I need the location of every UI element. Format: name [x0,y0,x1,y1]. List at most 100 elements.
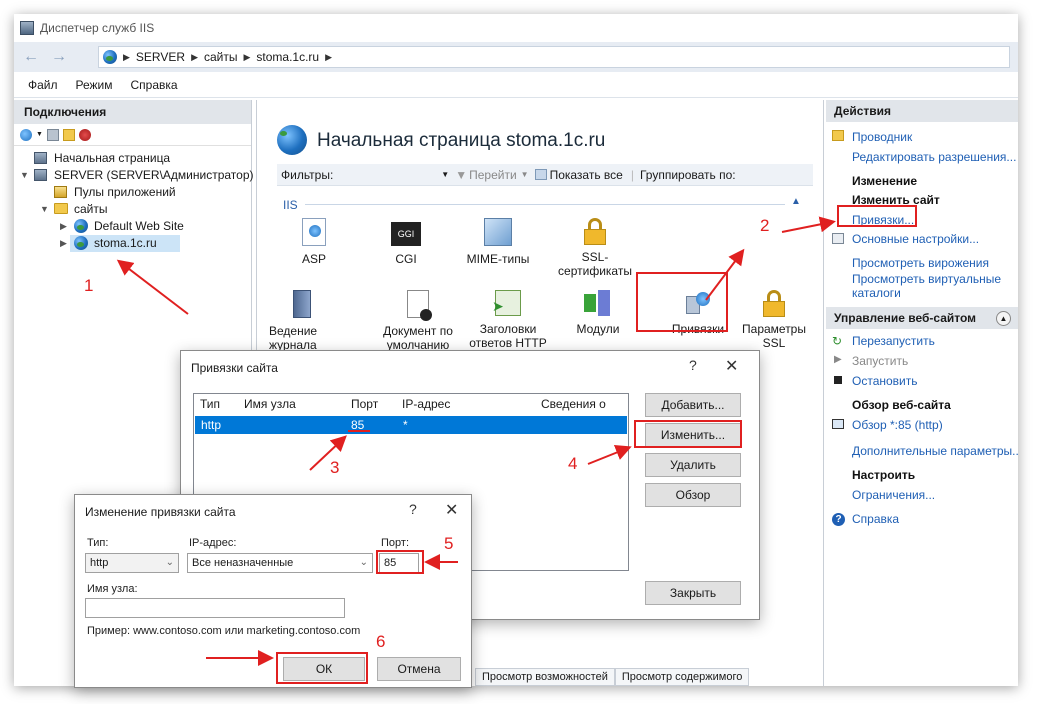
collapse-icon[interactable]: ▼ [20,167,29,184]
view-tabs: Просмотр возможностей Просмотр содержимо… [475,668,750,686]
site-globe-icon [277,125,307,155]
back-icon[interactable]: ← [20,46,42,68]
highlight-edit-button [634,420,742,448]
menu-file[interactable]: Файл [28,78,58,92]
help-icon[interactable]: ? [409,501,417,517]
tab-features-view[interactable]: Просмотр возможностей [475,668,615,686]
action-browse[interactable]: Обзор *:85 (http) [852,418,943,432]
close-button[interactable]: Закрыть [645,581,741,605]
lock-icon [584,218,606,245]
expand-icon[interactable]: ▶ [60,235,67,252]
go-dropdown-icon[interactable]: ▼ [521,170,529,179]
action-advanced-settings[interactable]: Дополнительные параметры... [852,444,1018,458]
table-row[interactable]: http 85 * [195,416,627,434]
port-label: Порт: [381,537,409,549]
app-icon [20,21,34,35]
close-icon[interactable]: ✕ [445,500,458,520]
iis-section-label: IIS [283,198,298,212]
feature-logging[interactable]: Ведение журнала [269,290,339,352]
example-text: Пример: www.contoso.com или marketing.co… [87,625,361,637]
annotation-3: 3 [330,458,340,477]
host-label: Имя узла: [87,583,138,595]
breadcrumb-separator: ▶ [325,51,333,62]
tree-item-sites[interactable]: ▼ сайты [14,201,251,218]
action-view-applications[interactable]: Просмотреть вирожения [852,256,989,270]
annotation-6: 6 [376,632,386,651]
section-divider [305,204,785,205]
tree-item-default-site[interactable]: ▶ Default Web Site [14,218,251,235]
column-ip[interactable]: IP-адрес [402,394,450,414]
collapse-icon[interactable]: ▼ [40,201,49,218]
actions-header: Действия [826,100,1018,122]
explorer-icon [832,130,844,141]
menu-help[interactable]: Справка [131,78,178,92]
ip-select[interactable]: Все неназначенные ⌄ [187,553,373,573]
action-edit-permissions[interactable]: Редактировать разрешения... [852,150,1016,164]
dropdown-arrow-icon[interactable]: ▼ [36,131,43,138]
globe-icon [74,219,88,233]
feature-ssl-certs[interactable]: SSL-сертификаты [545,218,645,278]
row-type: http [201,418,222,432]
group-by-label[interactable]: Группировать по: [640,168,736,182]
expand-icon[interactable]: ▶ [60,218,67,235]
breadcrumb-site[interactable]: stoma.1c.ru [256,50,319,64]
server-icon [34,169,47,181]
filter-dropdown-icon[interactable]: ▼ [441,170,449,179]
address-field[interactable]: ▶ SERVER ▶ сайты ▶ stoma.1c.ru ▶ [98,46,1010,68]
feature-asp[interactable]: ASP [269,218,359,266]
save-icon[interactable] [46,128,59,141]
feature-cgi[interactable]: GGI CGI [361,218,451,266]
column-info[interactable]: Сведения о пр... [541,394,628,431]
tab-content-view[interactable]: Просмотр содержимого [614,668,750,686]
http-headers-icon: ➤ [492,290,521,316]
breadcrumb-sites[interactable]: сайты [204,50,238,64]
action-explorer[interactable]: Проводник [852,130,912,144]
chevron-down-icon: ⌄ [359,557,368,568]
browse-button[interactable]: Обзор [645,483,741,507]
collapse-icon[interactable]: ▲ [996,311,1011,326]
type-select[interactable]: http ⌄ [85,553,179,573]
disconnect-icon[interactable] [78,128,91,141]
tree-item-start-page[interactable]: Начальная страница [14,150,251,167]
feature-default-doc[interactable]: Документ по умолчанию [373,290,463,352]
show-all-button[interactable]: Показать все [550,168,623,182]
breadcrumb-server[interactable]: SERVER [136,50,185,64]
menu-view[interactable]: Режим [76,78,113,92]
action-help[interactable]: Справка [852,512,899,526]
annotation-5: 5 [444,534,454,553]
action-start[interactable]: Запустить [852,354,908,368]
action-view-virtual-dirs[interactable]: Просмотреть виртуальные каталоги [852,272,1012,300]
action-basic-settings[interactable]: Основные настройки... [852,232,979,246]
filter-input[interactable] [333,167,441,183]
column-host[interactable]: Имя узла [244,394,296,414]
collapse-section-icon[interactable]: ▲ [791,196,801,207]
remove-button[interactable]: Удалить [645,453,741,477]
tree-item-stoma[interactable]: ▶ stoma.1c.ru [14,235,251,252]
feature-http-headers[interactable]: ➤ Заголовки ответов HTTP [463,290,553,350]
add-button[interactable]: Добавить... [645,393,741,417]
tree-item-server[interactable]: ▼ SERVER (SERVER\Администратор) [14,167,254,184]
feature-modules[interactable]: Модули [553,290,643,336]
connect-icon[interactable] [20,128,32,141]
host-input[interactable] [85,598,345,618]
tree-item-app-pools[interactable]: Пулы приложений [14,184,251,201]
action-limits[interactable]: Ограничения... [852,488,935,502]
connections-toolbar: ▼ [14,124,251,146]
close-icon[interactable]: ✕ [725,356,738,376]
feature-ssl-settings[interactable]: Параметры SSL [739,290,809,350]
forward-icon[interactable]: → [48,46,70,68]
column-port[interactable]: Порт [351,394,378,414]
manage-site-header: Управление веб-сайтом [826,307,1018,329]
up-icon[interactable] [62,128,75,141]
app-pool-icon [54,186,67,198]
column-type[interactable]: Тип [200,394,220,414]
feature-mime[interactable]: MIME-типы [453,218,543,266]
action-stop[interactable]: Остановить [852,374,918,388]
cancel-button[interactable]: Отмена [377,657,461,681]
help-icon[interactable]: ? [689,357,697,373]
action-restart[interactable]: Перезапустить [852,334,935,348]
cgi-icon: GGI [391,222,421,246]
default-document-icon [407,290,432,321]
go-button[interactable]: Перейти [469,168,517,182]
separator: | [630,167,634,182]
